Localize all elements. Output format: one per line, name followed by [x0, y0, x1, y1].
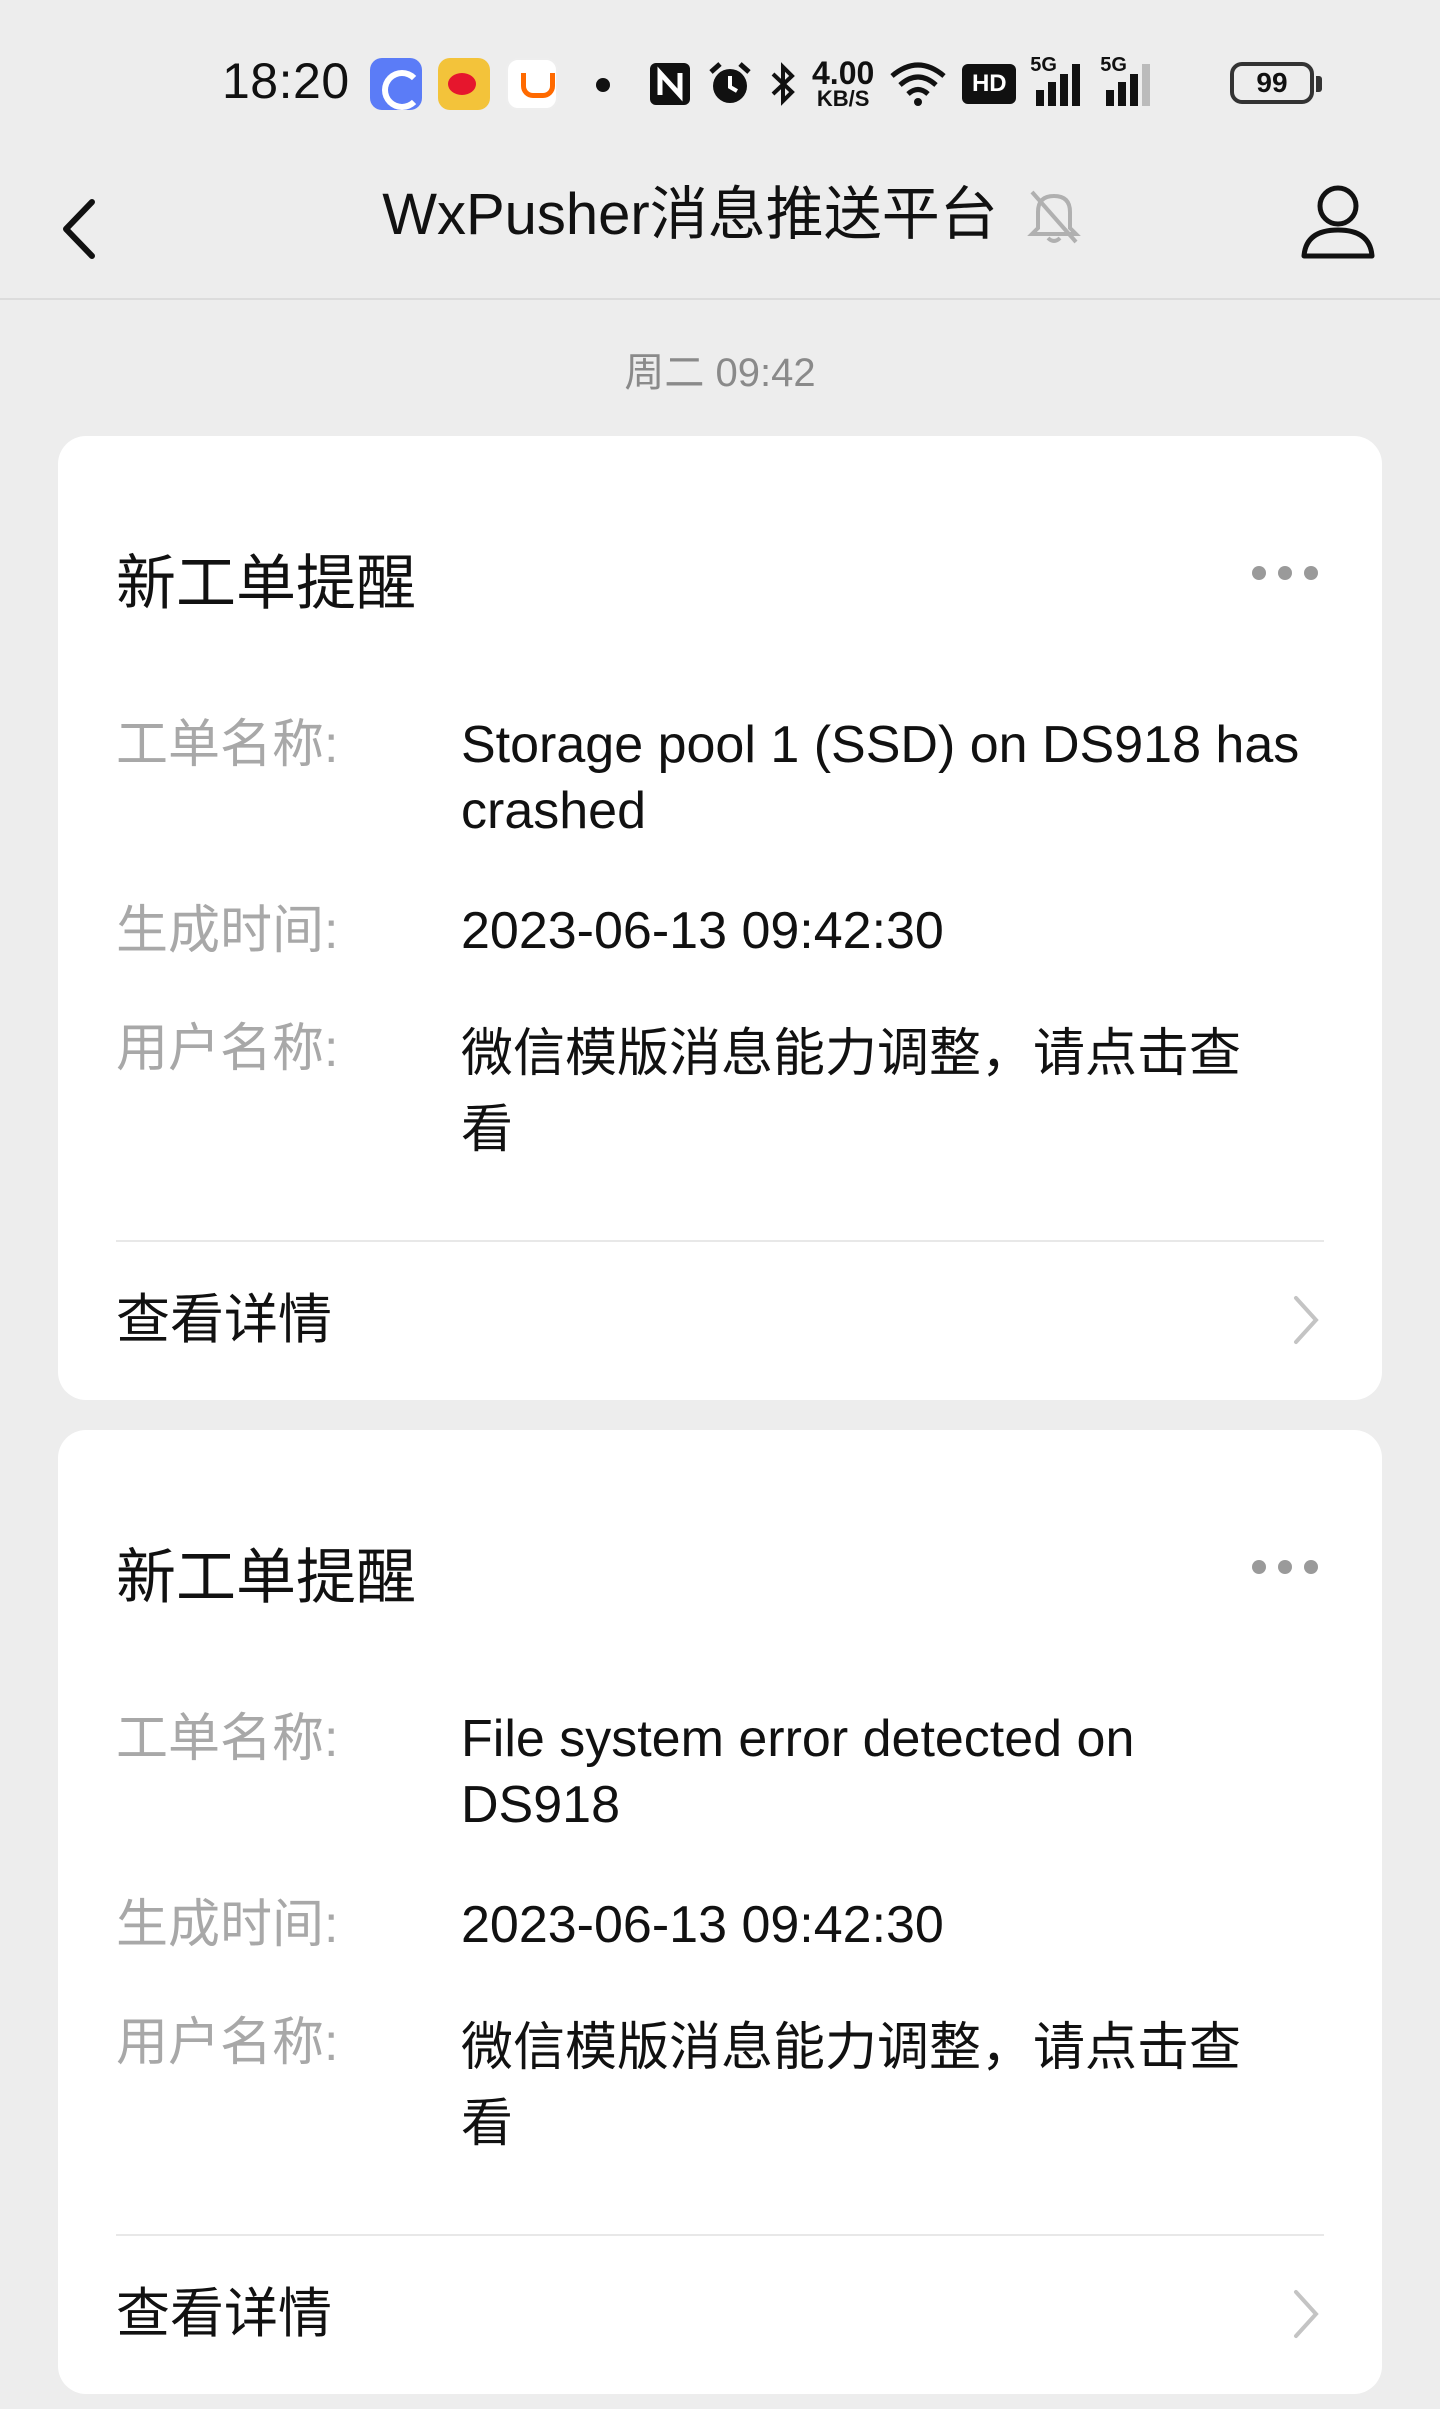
net-speed: 4.00 KB/S	[812, 55, 875, 111]
app-icon	[370, 58, 422, 110]
net-speed-unit: KB/S	[816, 86, 870, 111]
more-icon[interactable]	[1252, 1560, 1318, 1574]
nav-title-container: WxPusher消息推送平台	[0, 180, 1440, 250]
field-value: File system error detected on DS918	[461, 1710, 1135, 1834]
user-icon[interactable]	[1296, 178, 1380, 262]
field-value: Storage pool 1 (SSD) on DS918 has crashe…	[461, 716, 1300, 840]
field-value: 微信模版消息能力调整，请点击查看	[461, 2019, 1242, 2153]
wifi-icon	[890, 62, 946, 106]
chevron-right-icon	[1294, 1296, 1319, 1344]
field-label: 生成时间:	[116, 902, 339, 960]
nav-bar: WxPusher消息推送平台	[0, 160, 1440, 300]
divider	[116, 2234, 1324, 2236]
chevron-right-icon	[1294, 2290, 1319, 2338]
hd-badge: HD	[962, 64, 1017, 104]
field-value: 2023-06-13 09:42:30	[461, 1896, 944, 1954]
signal-2-icon: 5G	[1100, 54, 1156, 108]
battery-indicator: 99	[1230, 62, 1322, 104]
status-icons: 4.00 KB/S HD 5G 5G	[648, 54, 1156, 112]
mute-bell-icon	[1027, 190, 1081, 244]
message-timestamp: 周二 09:42	[624, 351, 816, 395]
field-value: 微信模版消息能力调整，请点击查看	[461, 1025, 1242, 1159]
notification-dot-icon	[596, 78, 610, 92]
field-row: 工单名称: File system error detected on DS91…	[116, 1706, 1326, 1838]
field-row: 工单名称: Storage pool 1 (SSD) on DS918 has …	[116, 712, 1326, 844]
field-row: 用户名称: 微信模版消息能力调整，请点击查看	[116, 2010, 1326, 2162]
divider	[116, 1240, 1324, 1242]
field-label: 工单名称:	[116, 1710, 339, 1768]
page-title: WxPusher消息推送平台	[382, 182, 998, 247]
view-details-link[interactable]: 查看详情	[116, 1285, 332, 1355]
nfc-icon	[650, 63, 690, 105]
hd-label: HD	[971, 70, 1007, 97]
field-value: 2023-06-13 09:42:30	[461, 902, 944, 960]
taobao-icon	[506, 58, 558, 110]
field-label: 工单名称:	[116, 716, 339, 774]
more-icon[interactable]	[1252, 566, 1318, 580]
weibo-icon	[438, 58, 490, 110]
status-time: 18:20	[222, 53, 350, 109]
field-label: 用户名称:	[116, 1020, 339, 1078]
message-card: 新工单提醒 工单名称: File system error detected o…	[58, 1430, 1382, 2394]
card-title: 新工单提醒	[116, 550, 416, 617]
card-title: 新工单提醒	[116, 1544, 416, 1611]
signal-1-icon: 5G	[1030, 54, 1086, 108]
field-row: 用户名称: 微信模版消息能力调整，请点击查看	[116, 1016, 1326, 1168]
view-details-link[interactable]: 查看详情	[116, 2279, 332, 2349]
message-card: 新工单提醒 工单名称: Storage pool 1 (SSD) on DS91…	[58, 436, 1382, 1400]
field-label: 生成时间:	[116, 1896, 339, 1954]
bluetooth-icon	[771, 62, 795, 106]
field-row: 生成时间: 2023-06-13 09:42:30	[116, 1892, 1326, 1958]
net-speed-value: 4.00	[812, 55, 875, 91]
alarm-icon	[709, 62, 751, 103]
field-row: 生成时间: 2023-06-13 09:42:30	[116, 898, 1326, 964]
field-label: 用户名称:	[116, 2014, 339, 2072]
status-bar: 18:20 4.00 KB/S HD 5G 5G 99	[0, 0, 1440, 160]
